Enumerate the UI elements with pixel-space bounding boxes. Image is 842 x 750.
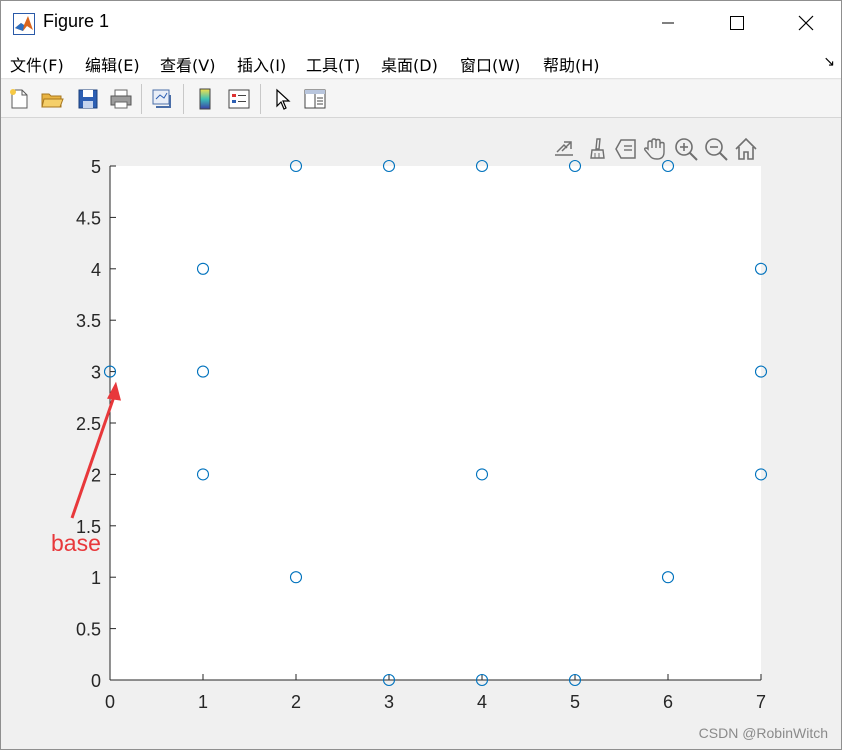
- menu-desktop[interactable]: 桌面(D): [381, 52, 438, 76]
- y-tick-label: 3.5: [76, 311, 101, 331]
- menu-window[interactable]: 窗口(W): [460, 52, 520, 76]
- save-icon[interactable]: [75, 86, 101, 112]
- y-tick-label: 4: [91, 260, 101, 280]
- y-tick-label: 4.5: [76, 208, 101, 228]
- insert-colorbar-icon[interactable]: [192, 86, 218, 112]
- menu-view[interactable]: 查看(V): [160, 52, 215, 76]
- menu-edit[interactable]: 编辑(E): [85, 52, 140, 76]
- open-file-icon[interactable]: [39, 86, 65, 112]
- maximize-icon: [730, 16, 744, 30]
- annotation-arrow-shaft: [70, 393, 117, 519]
- y-tick-label: 1: [91, 568, 101, 588]
- dock-arrow-icon[interactable]: ↘: [823, 54, 835, 70]
- restore-view-home-icon[interactable]: [732, 134, 760, 164]
- maximize-button[interactable]: [702, 1, 772, 45]
- minimize-icon: [662, 22, 674, 24]
- x-tick-label: 5: [570, 692, 580, 712]
- annotation-label: base: [51, 530, 101, 556]
- link-plot-icon[interactable]: [149, 86, 175, 112]
- watermark: CSDN @RobinWitch: [698, 725, 828, 741]
- menu-insert[interactable]: 插入(I): [237, 52, 286, 76]
- title-bar: Figure 1: [1, 1, 841, 45]
- x-tick-label: 4: [477, 692, 487, 712]
- close-button[interactable]: [771, 1, 841, 45]
- matlab-logo-icon: [13, 13, 35, 35]
- close-icon: [798, 15, 814, 31]
- x-tick-label: 7: [756, 692, 766, 712]
- menu-tools[interactable]: 工具(T): [306, 52, 360, 76]
- y-tick-label: 5: [91, 157, 101, 177]
- print-icon[interactable]: [108, 86, 134, 112]
- window-title: Figure 1: [43, 11, 110, 31]
- figure-toolbar: [1, 80, 841, 118]
- data-tips-icon[interactable]: [612, 134, 640, 164]
- new-figure-icon[interactable]: [6, 86, 32, 112]
- axes-background[interactable]: [110, 166, 761, 680]
- y-tick-label: 0: [91, 671, 101, 691]
- edit-plot-arrow-icon[interactable]: [269, 86, 295, 112]
- minimize-button[interactable]: [633, 1, 703, 45]
- y-tick-label: 2: [91, 465, 101, 485]
- zoom-in-icon[interactable]: [672, 134, 700, 164]
- x-tick-label: 3: [384, 692, 394, 712]
- property-inspector-icon[interactable]: [302, 86, 328, 112]
- y-tick-label: 2.5: [76, 414, 101, 434]
- y-tick-label: 3: [91, 363, 101, 383]
- x-tick-label: 1: [198, 692, 208, 712]
- x-tick-label: 2: [291, 692, 301, 712]
- menu-help[interactable]: 帮助(H): [543, 52, 600, 76]
- menu-bar: 文件(F) 编辑(E) 查看(V) 插入(I) 工具(T) 桌面(D) 窗口(W…: [1, 45, 841, 79]
- y-tick-label: 0.5: [76, 620, 101, 640]
- pan-hand-icon[interactable]: [641, 134, 669, 164]
- insert-legend-icon[interactable]: [226, 86, 252, 112]
- x-tick-label: 0: [105, 692, 115, 712]
- brush-icon[interactable]: [582, 134, 610, 164]
- export-icon[interactable]: [550, 134, 578, 164]
- x-tick-label: 6: [663, 692, 673, 712]
- scatter-plot[interactable]: 0 1 2 3 4 5 6 700.511.522.533.544.55: [0, 118, 840, 748]
- menu-file[interactable]: 文件(F): [10, 52, 64, 76]
- zoom-out-icon[interactable]: [702, 134, 730, 164]
